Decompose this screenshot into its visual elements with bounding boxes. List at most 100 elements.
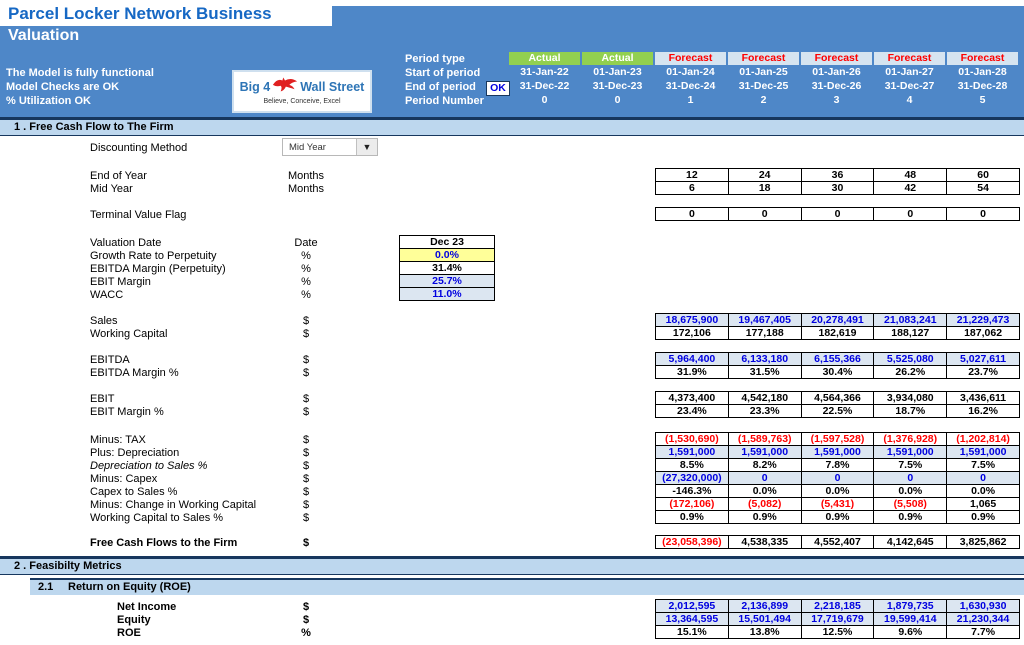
cell-working_capital-col1[interactable]: 177,188: [729, 327, 802, 339]
cell-roe-col3[interactable]: 9.6%: [874, 626, 947, 638]
cell-mid_year-col2[interactable]: 30: [802, 182, 875, 194]
period-start-cell[interactable]: 31-Jan-22: [509, 66, 580, 79]
cell-change_wc-col0[interactable]: (172,106): [656, 498, 729, 510]
discounting-method-dropdown[interactable]: Mid Year ▼: [282, 138, 378, 156]
cell-depreciation-col1[interactable]: 1,591,000: [729, 446, 802, 458]
period-number-cell[interactable]: 1: [655, 94, 726, 107]
cell-net_income-col0[interactable]: 2,012,595: [656, 600, 729, 612]
cell-working_capital-col4[interactable]: 187,062: [947, 327, 1019, 339]
period-number-cell[interactable]: 0: [582, 94, 653, 107]
cell-terminal_flag-col3[interactable]: 0: [874, 208, 947, 220]
cell-ebit-col2[interactable]: 4,564,366: [802, 392, 875, 404]
period-number-cell[interactable]: 4: [874, 94, 945, 107]
cell-ebitda_margin-col1[interactable]: 31.5%: [729, 366, 802, 378]
cell-capex-col0[interactable]: (27,320,000): [656, 472, 729, 484]
cell-ebitda-col3[interactable]: 5,525,080: [874, 353, 947, 365]
cell-equity-col2[interactable]: 17,719,679: [802, 613, 875, 625]
cell-wc_to_sales-col3[interactable]: 0.9%: [874, 511, 947, 523]
cell-tax-col1[interactable]: (1,589,763): [729, 433, 802, 445]
cell-tax-col3[interactable]: (1,376,928): [874, 433, 947, 445]
cell-terminal_flag-col1[interactable]: 0: [729, 208, 802, 220]
period-start-cell[interactable]: 01-Jan-28: [947, 66, 1018, 79]
cell-sales-col1[interactable]: 19,467,405: [729, 314, 802, 326]
cell-depreciation-col3[interactable]: 1,591,000: [874, 446, 947, 458]
period-end-cell[interactable]: 31-Dec-27: [874, 80, 945, 93]
valuation-input-cell[interactable]: 31.4%: [400, 262, 494, 275]
cell-mid_year-col1[interactable]: 18: [729, 182, 802, 194]
cell-equity-col0[interactable]: 13,364,595: [656, 613, 729, 625]
period-number-cell[interactable]: 2: [728, 94, 799, 107]
cell-ebit_margin-col0[interactable]: 23.4%: [656, 405, 729, 417]
cell-capex_to_sales-col1[interactable]: 0.0%: [729, 485, 802, 497]
period-number-cell[interactable]: 0: [509, 94, 580, 107]
cell-wc_to_sales-col2[interactable]: 0.9%: [802, 511, 875, 523]
cell-terminal_flag-col4[interactable]: 0: [947, 208, 1019, 220]
cell-terminal_flag-col2[interactable]: 0: [802, 208, 875, 220]
cell-mid_year-col3[interactable]: 42: [874, 182, 947, 194]
cell-change_wc-col1[interactable]: (5,082): [729, 498, 802, 510]
cell-working_capital-col2[interactable]: 182,619: [802, 327, 875, 339]
cell-change_wc-col2[interactable]: (5,431): [802, 498, 875, 510]
period-number-cell[interactable]: 5: [947, 94, 1018, 107]
period-end-cell[interactable]: 31-Dec-25: [728, 80, 799, 93]
period-start-cell[interactable]: 01-Jan-23: [582, 66, 653, 79]
cell-change_wc-col3[interactable]: (5,508): [874, 498, 947, 510]
period-type-cell[interactable]: Forecast: [874, 52, 945, 65]
period-start-cell[interactable]: 01-Jan-26: [801, 66, 872, 79]
period-end-cell[interactable]: 31-Dec-28: [947, 80, 1018, 93]
valuation-input-cell[interactable]: 11.0%: [400, 288, 494, 300]
cell-capex_to_sales-col0[interactable]: -146.3%: [656, 485, 729, 497]
cell-capex-col2[interactable]: 0: [802, 472, 875, 484]
cell-dep_to_sales-col4[interactable]: 7.5%: [947, 459, 1019, 471]
cell-tax-col2[interactable]: (1,597,528): [802, 433, 875, 445]
cell-end_of_year-col4[interactable]: 60: [947, 169, 1019, 181]
cell-ebit_margin-col2[interactable]: 22.5%: [802, 405, 875, 417]
cell-end_of_year-col1[interactable]: 24: [729, 169, 802, 181]
cell-dep_to_sales-col3[interactable]: 7.5%: [874, 459, 947, 471]
cell-depreciation-col4[interactable]: 1,591,000: [947, 446, 1019, 458]
cell-ebit_margin-col4[interactable]: 16.2%: [947, 405, 1019, 417]
cell-end_of_year-col2[interactable]: 36: [802, 169, 875, 181]
cell-fcff-col2[interactable]: 4,552,407: [802, 536, 875, 548]
cell-working_capital-col3[interactable]: 188,127: [874, 327, 947, 339]
cell-mid_year-col4[interactable]: 54: [947, 182, 1019, 194]
cell-tax-col4[interactable]: (1,202,814): [947, 433, 1019, 445]
cell-ebit-col0[interactable]: 4,373,400: [656, 392, 729, 404]
cell-net_income-col1[interactable]: 2,136,899: [729, 600, 802, 612]
cell-roe-col4[interactable]: 7.7%: [947, 626, 1019, 638]
period-type-cell[interactable]: Actual: [582, 52, 653, 65]
valuation-input-cell[interactable]: 0.0%: [400, 249, 494, 262]
chevron-down-icon[interactable]: ▼: [356, 139, 377, 155]
cell-capex_to_sales-col3[interactable]: 0.0%: [874, 485, 947, 497]
cell-ebit-col1[interactable]: 4,542,180: [729, 392, 802, 404]
cell-depreciation-col0[interactable]: 1,591,000: [656, 446, 729, 458]
cell-net_income-col4[interactable]: 1,630,930: [947, 600, 1019, 612]
cell-wc_to_sales-col0[interactable]: 0.9%: [656, 511, 729, 523]
cell-ebitda-col1[interactable]: 6,133,180: [729, 353, 802, 365]
cell-capex-col4[interactable]: 0: [947, 472, 1019, 484]
period-end-cell[interactable]: 31-Dec-26: [801, 80, 872, 93]
cell-tax-col0[interactable]: (1,530,690): [656, 433, 729, 445]
cell-net_income-col2[interactable]: 2,218,185: [802, 600, 875, 612]
cell-capex-col1[interactable]: 0: [729, 472, 802, 484]
cell-roe-col1[interactable]: 13.8%: [729, 626, 802, 638]
period-type-cell[interactable]: Forecast: [655, 52, 726, 65]
cell-ebitda_margin-col3[interactable]: 26.2%: [874, 366, 947, 378]
cell-fcff-col0[interactable]: (23,058,396): [656, 536, 729, 548]
cell-wc_to_sales-col4[interactable]: 0.9%: [947, 511, 1019, 523]
period-end-cell[interactable]: 31-Dec-23: [582, 80, 653, 93]
period-start-cell[interactable]: 01-Jan-25: [728, 66, 799, 79]
cell-ebit-col3[interactable]: 3,934,080: [874, 392, 947, 404]
cell-ebit_margin-col1[interactable]: 23.3%: [729, 405, 802, 417]
period-end-cell[interactable]: 31-Dec-22: [509, 80, 580, 93]
cell-end_of_year-col3[interactable]: 48: [874, 169, 947, 181]
cell-dep_to_sales-col2[interactable]: 7.8%: [802, 459, 875, 471]
cell-mid_year-col0[interactable]: 6: [656, 182, 729, 194]
cell-ebitda-col0[interactable]: 5,964,400: [656, 353, 729, 365]
cell-capex_to_sales-col2[interactable]: 0.0%: [802, 485, 875, 497]
cell-fcff-col1[interactable]: 4,538,335: [729, 536, 802, 548]
period-type-cell[interactable]: Actual: [509, 52, 580, 65]
cell-sales-col3[interactable]: 21,083,241: [874, 314, 947, 326]
cell-ebitda_margin-col0[interactable]: 31.9%: [656, 366, 729, 378]
period-start-cell[interactable]: 01-Jan-27: [874, 66, 945, 79]
